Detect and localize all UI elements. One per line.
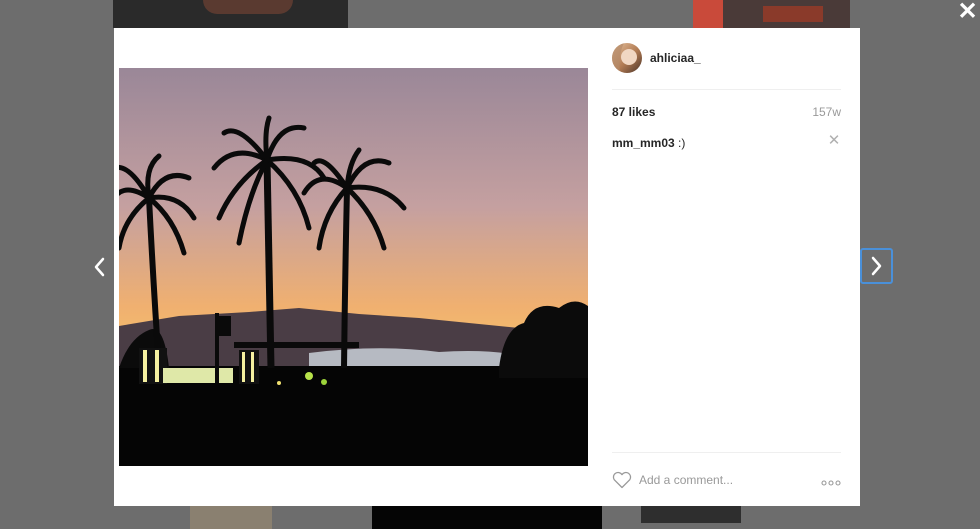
divider <box>612 452 841 453</box>
post-sidebar: ahliciaa_ 87 likes 157w mm_mm03 :) ✕ <box>612 28 841 506</box>
chevron-right-icon[interactable] <box>860 248 893 284</box>
background-thumbnail <box>693 0 850 28</box>
likes-count[interactable]: 87 likes <box>612 105 655 119</box>
background-thumbnail <box>113 0 348 28</box>
comment-input[interactable] <box>639 471 809 489</box>
comment-item: mm_mm03 :) <box>612 136 685 150</box>
post-photo <box>119 68 588 466</box>
divider <box>612 89 841 90</box>
avatar[interactable] <box>612 43 642 73</box>
post-username[interactable]: ahliciaa_ <box>650 51 701 65</box>
comment-username[interactable]: mm_mm03 <box>612 136 675 150</box>
background-thumbnail <box>190 506 272 529</box>
comment-text: :) <box>674 136 686 150</box>
post-timestamp[interactable]: 157w <box>812 105 841 119</box>
background-thumbnail <box>372 506 602 529</box>
remove-comment-icon[interactable]: ✕ <box>827 133 841 148</box>
close-icon[interactable]: ✕ <box>955 0 980 24</box>
more-options-icon[interactable] <box>821 475 841 486</box>
post-modal: ahliciaa_ 87 likes 157w mm_mm03 :) ✕ <box>114 28 860 506</box>
chevron-left-icon[interactable] <box>86 249 112 285</box>
background-thumbnail <box>641 506 741 523</box>
heart-icon[interactable] <box>612 471 632 489</box>
